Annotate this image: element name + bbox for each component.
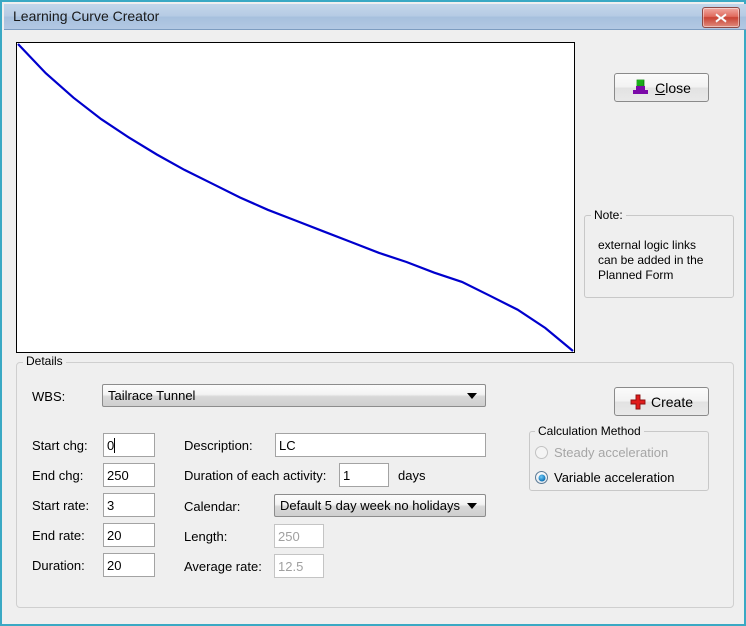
close-button-label: Close xyxy=(655,80,691,96)
end-rate-label: End rate: xyxy=(32,528,85,543)
start-rate-input[interactable] xyxy=(103,493,155,517)
wbs-select[interactable]: Tailrace Tunnel xyxy=(102,384,486,407)
create-button-label: Create xyxy=(650,393,694,410)
title-bar: Learning Curve Creator xyxy=(4,4,746,30)
start-chg-input[interactable] xyxy=(103,433,155,457)
close-button-rest: lose xyxy=(665,79,691,96)
radio-variable-acceleration[interactable]: Variable acceleration xyxy=(535,470,674,485)
chevron-down-icon xyxy=(467,392,477,399)
calendar-select-value: Default 5 day week no holidays xyxy=(280,498,460,513)
description-input[interactable] xyxy=(275,433,486,457)
end-chg-input[interactable] xyxy=(103,463,155,487)
note-line-1: external logic links xyxy=(598,238,697,252)
create-button[interactable]: Create xyxy=(614,387,709,416)
radio-steady-label: Steady acceleration xyxy=(554,445,669,460)
length-label: Length: xyxy=(184,529,228,544)
chart-plot-area xyxy=(17,43,574,352)
radio-steady-acceleration[interactable]: Steady acceleration xyxy=(535,445,668,460)
wbs-select-value: Tailrace Tunnel xyxy=(108,388,196,403)
close-button[interactable]: Close xyxy=(614,73,709,102)
window-close-button[interactable] xyxy=(702,7,740,28)
learning-curve-creator-window: Learning Curve Creator Close Note: exter… xyxy=(0,0,746,626)
length-output xyxy=(274,524,324,548)
note-line-2: can be added in the xyxy=(598,253,704,267)
radio-steady-icon xyxy=(535,446,548,459)
details-groupbox-legend: Details xyxy=(23,354,66,368)
curve-series-0 xyxy=(17,43,574,352)
end-chg-label: End chg: xyxy=(32,468,84,483)
description-label: Description: xyxy=(184,438,253,453)
calendar-select[interactable]: Default 5 day week no holidays xyxy=(274,494,486,517)
learning-curve-chart xyxy=(16,42,575,353)
text-caret xyxy=(114,438,115,453)
note-text: external logic links can be added in the… xyxy=(598,238,730,283)
plus-icon xyxy=(630,394,646,409)
average-rate-output xyxy=(274,554,324,578)
radio-variable-label: Variable acceleration xyxy=(554,470,675,485)
duration-label: Duration: xyxy=(32,558,85,573)
calendar-label: Calendar: xyxy=(184,499,241,514)
activity-duration-units: days xyxy=(398,468,426,483)
start-rate-label: Start rate: xyxy=(32,498,90,513)
start-chg-label: Start chg: xyxy=(32,438,88,453)
note-groupbox-legend: Note: xyxy=(591,208,626,222)
end-rate-input[interactable] xyxy=(103,523,155,547)
exit-door-icon xyxy=(633,79,649,94)
calculation-method-legend: Calculation Method xyxy=(535,424,644,438)
window-title: Learning Curve Creator xyxy=(13,8,160,24)
chevron-down-icon xyxy=(467,502,477,509)
close-button-accel: C xyxy=(655,79,666,96)
close-x-icon xyxy=(715,12,727,23)
average-rate-label: Average rate: xyxy=(184,559,262,574)
activity-duration-input[interactable] xyxy=(339,463,389,487)
wbs-label: WBS: xyxy=(32,389,66,404)
radio-variable-icon xyxy=(535,471,548,484)
duration-input[interactable] xyxy=(103,553,155,577)
activity-duration-label: Duration of each activity: xyxy=(184,468,327,483)
note-line-3: Planned Form xyxy=(598,268,674,282)
